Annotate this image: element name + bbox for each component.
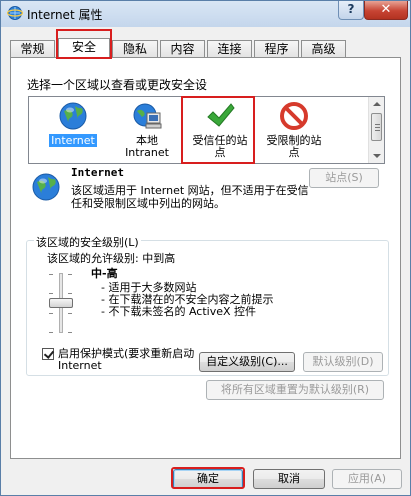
tab-security[interactable]: 安全 — [58, 38, 110, 59]
zone-restricted-sites[interactable]: 受限制的站 点 — [258, 99, 330, 163]
intranet-icon — [133, 103, 162, 129]
zone-label: Internet — [49, 134, 97, 147]
slider-tick — [68, 332, 72, 333]
security-level-name: 中-高 — [91, 267, 118, 280]
grip-line — [375, 127, 380, 128]
slider-tick — [68, 293, 72, 294]
zone-info-description: 该区域适用于 Internet 网站，但不适用于在受信任和受限制区域中列出的网站… — [71, 184, 309, 210]
security-level-description: - 适用于大多数网站 - 在下载潜在的不安全内容之前提示 - 不下载未签名的 A… — [101, 282, 273, 318]
zone-trusted-sites[interactable]: 受信任的站 点 — [184, 99, 256, 163]
security-level-group-title: 该区域的安全级别(L) — [34, 234, 141, 250]
slider-thumb[interactable] — [49, 298, 73, 308]
tab-content[interactable]: 内容 — [160, 40, 205, 58]
tab-general[interactable]: 常规 — [10, 40, 55, 58]
tab-programs[interactable]: 程序 — [254, 40, 299, 58]
slider-tick — [49, 274, 53, 275]
zone-local-intranet[interactable]: 本地 Intranet — [111, 99, 183, 163]
window-title: Internet 属性 — [27, 8, 103, 22]
security-panel: 选择一个区域以查看或更改安全设 Internet 本地 Intranet 受信任… — [10, 57, 401, 459]
zone-internet[interactable]: Internet — [37, 99, 109, 163]
allowed-level-text: 该区域的允许级别: 中到高 — [47, 252, 176, 265]
scroll-up-icon[interactable] — [373, 102, 381, 106]
zone-label: 受限制的站 点 — [266, 134, 322, 159]
protected-mode-label[interactable]: 启用保护模式(要求重新启动 Internet — [58, 348, 198, 372]
internet-properties-window: Internet 属性 ? ✕ 常规 安全 隐私 内容 连接 程序 高级 选择一… — [0, 0, 411, 496]
scroll-thumb[interactable] — [371, 113, 382, 141]
slider-tick — [49, 293, 53, 294]
ok-button[interactable]: 确定 — [173, 469, 243, 489]
sites-button[interactable]: 站点(S) — [309, 168, 379, 188]
title-bar[interactable]: Internet 属性 ? ✕ — [1, 1, 410, 27]
level-bullet: - 不下载未签名的 ActiveX 控件 — [101, 305, 257, 318]
globe-icon — [32, 173, 60, 201]
protected-mode-checkbox[interactable] — [42, 348, 54, 360]
slider-tick — [49, 313, 53, 314]
zone-list[interactable]: Internet 本地 Intranet 受信任的站 点 受限制的站 点 — [28, 96, 385, 164]
apply-button[interactable]: 应用(A) — [332, 469, 402, 489]
tab-privacy[interactable]: 隐私 — [112, 40, 158, 58]
grip-line — [375, 124, 380, 125]
no-entry-icon — [280, 102, 308, 130]
zone-list-scrollbar[interactable] — [368, 97, 384, 163]
zone-label: 本地 Intranet — [125, 134, 169, 159]
close-button[interactable]: ✕ — [364, 1, 408, 20]
slider-tick — [49, 332, 53, 333]
ie-icon — [7, 6, 23, 20]
help-button[interactable]: ? — [338, 1, 364, 20]
default-level-button[interactable]: 默认级别(D) — [303, 352, 383, 372]
zone-label: 受信任的站 点 — [192, 134, 248, 159]
cancel-button[interactable]: 取消 — [253, 469, 325, 489]
check-icon — [207, 103, 235, 127]
scroll-down-icon[interactable] — [373, 154, 381, 158]
reset-all-zones-button[interactable]: 将所有区域重置为默认级别(R) — [206, 380, 384, 400]
slider-tick — [68, 274, 72, 275]
globe-icon — [59, 102, 87, 130]
tab-connections[interactable]: 连接 — [207, 40, 252, 58]
zone-prompt: 选择一个区域以查看或更改安全设 — [27, 78, 208, 92]
zone-info-name: Internet — [71, 166, 124, 179]
custom-level-button[interactable]: 自定义级别(C)... — [199, 352, 295, 372]
slider-tick — [68, 313, 72, 314]
tab-advanced[interactable]: 高级 — [301, 40, 346, 58]
grip-line — [375, 130, 380, 131]
